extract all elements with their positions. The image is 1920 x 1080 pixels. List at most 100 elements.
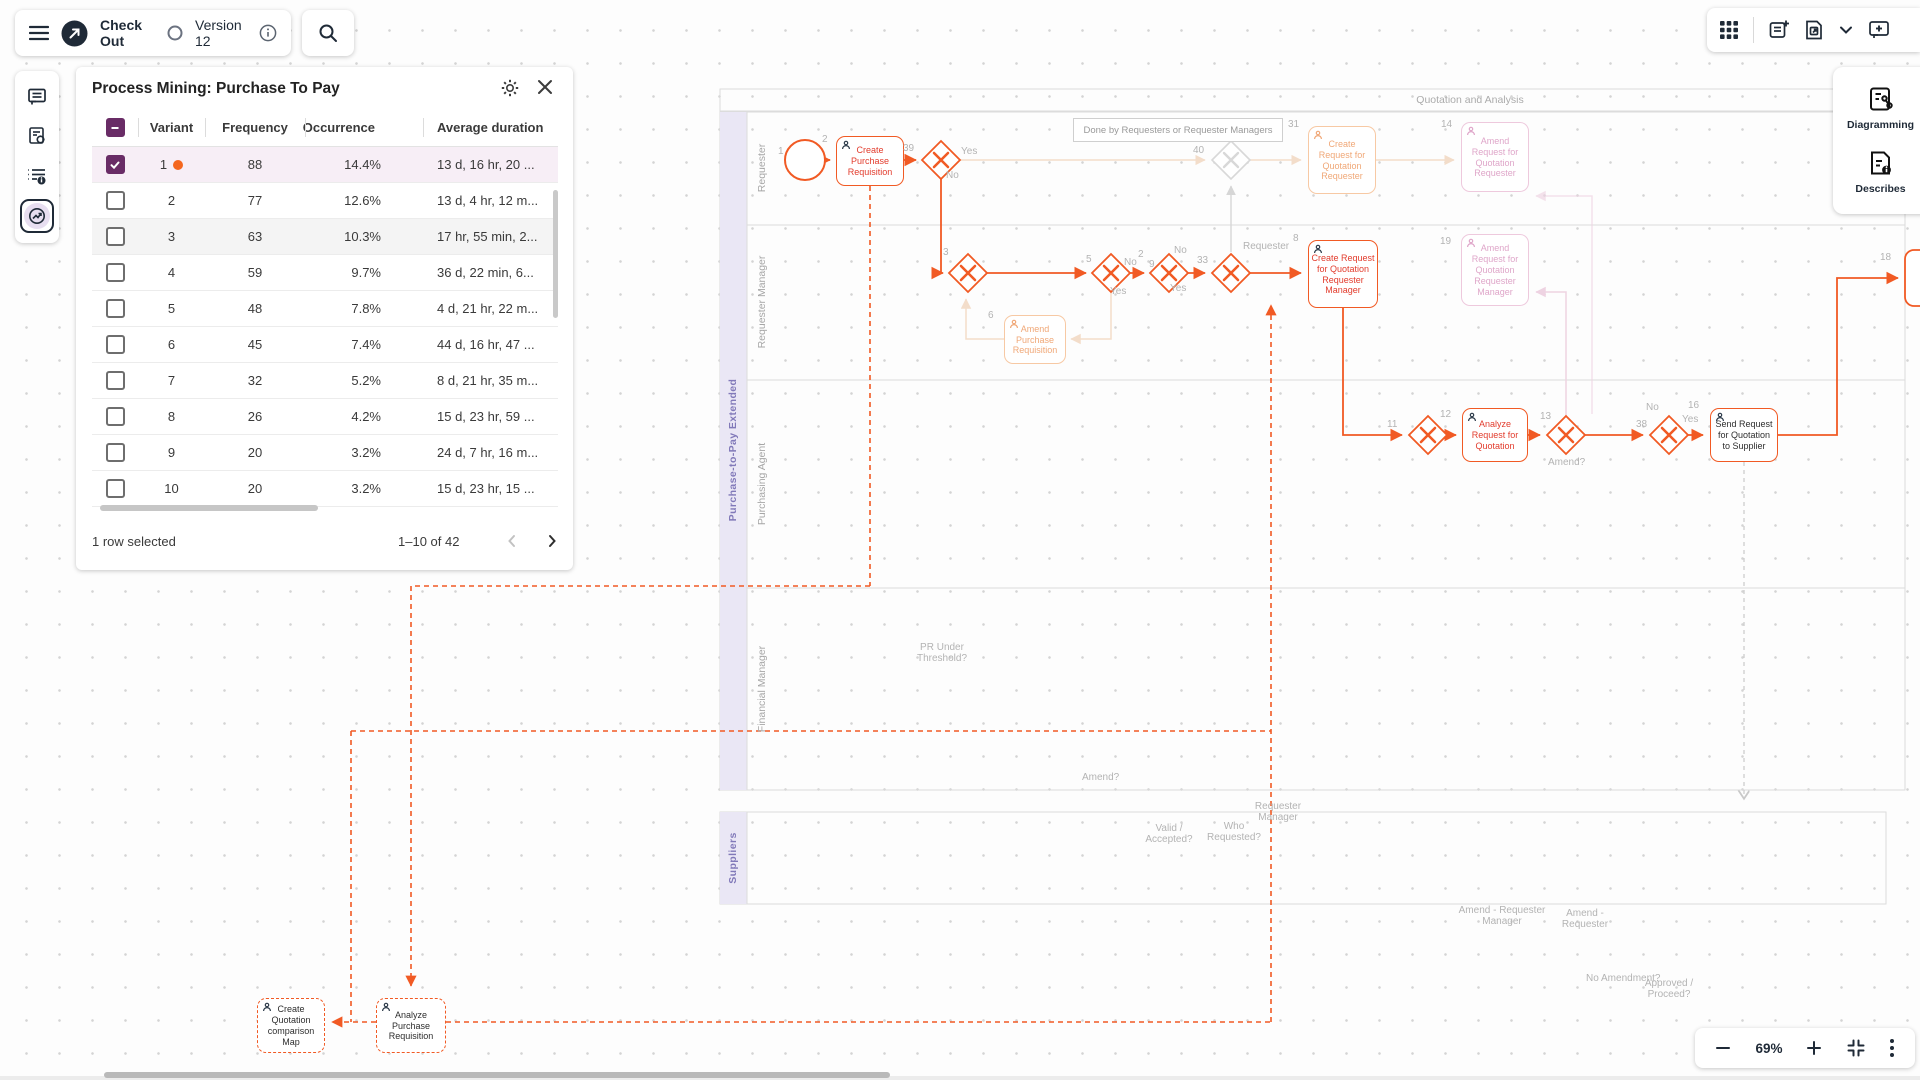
task-analyze-purchase-requisition[interactable]: Analyze Purchase Requisition	[376, 998, 446, 1053]
task-create-rfq-requester[interactable]: Create Request for Quotation Requester	[1308, 126, 1376, 194]
annotation-box[interactable]: Done by Requesters or Requester Managers	[1073, 118, 1283, 142]
col-frequency[interactable]: Frequency	[205, 109, 305, 146]
row-checkbox[interactable]	[92, 363, 138, 398]
pool-label-suppliers: Suppliers	[725, 778, 741, 938]
cell-frequency: 88	[205, 147, 305, 182]
edge-label: Amend?	[1082, 238, 1140, 1080]
diagramming-label[interactable]: Diagramming	[1847, 119, 1914, 131]
check-out-button[interactable]: Check Out	[100, 17, 155, 49]
variant-row[interactable]: 8264.2%15 d, 23 hr, 59 ...	[92, 399, 558, 435]
variant-row[interactable]: 5487.8%4 d, 21 hr, 22 m...	[92, 291, 558, 327]
edge-label: 18	[1880, 252, 1891, 263]
variant-row[interactable]: 6457.4%44 d, 16 hr, 47 ...	[92, 327, 558, 363]
gateway-faded[interactable]	[1212, 141, 1250, 179]
row-checkbox[interactable]	[92, 471, 138, 506]
cell-duration: 13 d, 16 hr, 20 ...	[423, 147, 557, 182]
gateway-merge-2[interactable]	[1409, 416, 1447, 454]
more-options-icon[interactable]	[1889, 1038, 1895, 1058]
lane-label-purchasing-agent: Purchasing Agent	[754, 404, 770, 564]
canvas[interactable]: Purchase-to-Pay Extended Requester Reque…	[0, 0, 1920, 1080]
task-offscreen-stub[interactable]	[1905, 250, 1920, 306]
edge-label: 9	[1149, 259, 1155, 270]
close-icon[interactable]	[536, 78, 554, 96]
row-checkbox[interactable]	[92, 291, 138, 326]
export-document-icon[interactable]	[1804, 19, 1824, 41]
process-mining-panel: Process Mining: Purchase To Pay Variant …	[76, 67, 573, 570]
variant-row[interactable]: 4599.7%36 d, 22 min, 6...	[92, 255, 558, 291]
variant-row[interactable]: 27712.6%13 d, 4 hr, 12 m...	[92, 183, 558, 219]
table-footer: 1 row selected 1–10 of 42	[92, 519, 558, 563]
edge-label: No	[946, 170, 959, 181]
row-checkbox[interactable]	[92, 219, 138, 254]
col-occurrence[interactable]: Occurrence	[305, 109, 423, 146]
cell-variant: 8	[138, 399, 205, 434]
table-vertical-scrollbar[interactable]	[553, 190, 558, 318]
cell-occurrence: 3.2%	[305, 471, 423, 506]
menu-icon[interactable]	[29, 25, 49, 41]
variant-row[interactable]: 18814.4%13 d, 16 hr, 20 ...	[92, 147, 558, 183]
cell-occurrence: 10.3%	[305, 219, 423, 254]
task-amend-rfq-requester-manager[interactable]: Amend Request for Quotation Requester Ma…	[1461, 234, 1529, 306]
cell-duration: 15 d, 23 hr, 59 ...	[423, 399, 557, 434]
add-note-icon[interactable]	[1768, 19, 1790, 41]
task-amend-purchase-requisition[interactable]: Amend Purchase Requisition	[1004, 315, 1066, 364]
zoom-out-icon[interactable]	[1714, 1039, 1732, 1057]
process-mining-icon	[24, 203, 50, 229]
row-checkbox[interactable]	[92, 399, 138, 434]
variant-row[interactable]: 36310.3%17 hr, 55 min, 2...	[92, 219, 558, 255]
table-horizontal-scrollbar[interactable]	[100, 505, 318, 511]
variant-row[interactable]: 7325.2%8 d, 21 hr, 35 m...	[92, 363, 558, 399]
row-checkbox[interactable]	[92, 327, 138, 362]
user-task-icon	[1009, 319, 1019, 329]
log-info-icon[interactable]	[21, 160, 53, 191]
info-icon[interactable]	[259, 24, 277, 42]
task-send-rfq-to-supplier[interactable]: Send Request for Quotation to Supplier	[1710, 408, 1778, 462]
version-label[interactable]: Version 12	[195, 17, 247, 49]
zoom-in-icon[interactable]	[1805, 1039, 1823, 1057]
task-amend-rfq-requester[interactable]: Amend Request for Quotation Requester	[1461, 122, 1529, 192]
search-icon[interactable]	[318, 23, 338, 43]
describes-icon[interactable]	[1867, 149, 1895, 179]
apps-grid-icon[interactable]	[1719, 20, 1739, 40]
start-event[interactable]	[785, 140, 825, 180]
process-mining-tool-selected[interactable]	[20, 199, 54, 233]
user-task-icon	[1313, 130, 1323, 140]
toolbar-divider	[1753, 17, 1754, 43]
page-prev-icon[interactable]	[504, 533, 520, 549]
comments-icon[interactable]	[21, 81, 53, 112]
gateway-who-requested[interactable]	[1212, 254, 1250, 292]
edge-label: 2	[822, 134, 828, 145]
edge-label: Who Requested?	[1206, 292, 1262, 1080]
page-next-icon[interactable]	[544, 533, 560, 549]
zoom-level[interactable]: 69%	[1755, 1041, 1782, 1056]
canvas-scrollbar-thumb[interactable]	[104, 1072, 890, 1078]
variant-row[interactable]: 9203.2%24 d, 7 hr, 16 m...	[92, 435, 558, 471]
task-create-rfq-requester-manager[interactable]: Create Request for Quotation Requester M…	[1308, 240, 1378, 308]
row-checkbox[interactable]	[92, 435, 138, 470]
edge-label: Approved / Proceed?	[1630, 449, 1708, 1080]
row-checkbox[interactable]	[92, 255, 138, 290]
edge-label: 6	[988, 310, 994, 321]
settings-gear-icon[interactable]	[500, 78, 520, 98]
cell-variant: 1	[138, 147, 205, 182]
select-all-checkbox[interactable]	[92, 109, 138, 146]
row-checkbox[interactable]	[92, 147, 138, 182]
task-create-purchase-requisition[interactable]: Create Purchase Requisition	[836, 136, 904, 186]
row-checkbox[interactable]	[92, 183, 138, 218]
fit-to-screen-icon[interactable]	[1846, 1038, 1866, 1058]
attributes-icon[interactable]	[21, 120, 53, 151]
cell-occurrence: 14.4%	[305, 147, 423, 182]
chevron-down-icon[interactable]	[1838, 22, 1854, 38]
right-dock: Diagramming Describes	[1833, 67, 1920, 214]
variant-row[interactable]: 10203.2%15 d, 23 hr, 15 ...	[92, 471, 558, 507]
col-duration[interactable]: Average duration	[423, 109, 557, 146]
describes-label[interactable]: Describes	[1855, 183, 1905, 195]
cell-frequency: 63	[205, 219, 305, 254]
edge-label: Requester	[1243, 241, 1289, 252]
diagramming-icon[interactable]	[1866, 85, 1896, 115]
cell-variant: 7	[138, 363, 205, 398]
add-comment-icon[interactable]	[1868, 20, 1890, 40]
col-variant[interactable]: Variant	[138, 109, 205, 146]
task-create-quotation-comparison-map[interactable]: Create Quotation comparison Map	[257, 998, 325, 1053]
edge-label: PR Under Threshold?	[911, 113, 973, 1080]
